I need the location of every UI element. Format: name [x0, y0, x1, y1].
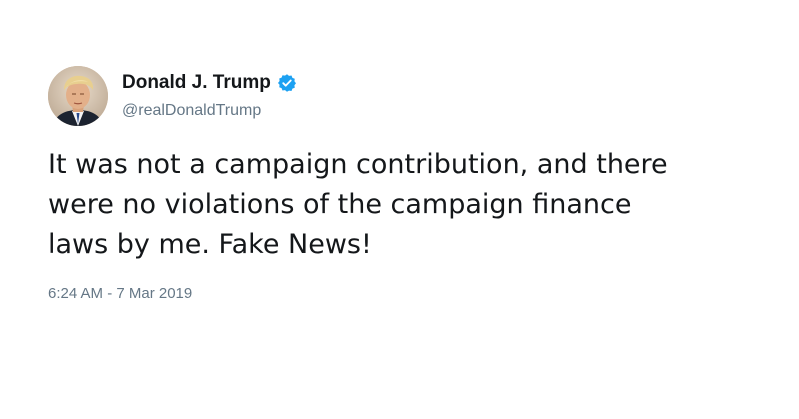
tweet-card: Donald J. Trump @realDonaldTrump It was …	[0, 0, 799, 419]
user-handle[interactable]: @realDonaldTrump	[122, 100, 261, 122]
avatar-photo-icon	[48, 66, 108, 126]
display-name[interactable]: Donald J. Trump	[122, 69, 271, 97]
tweet-timestamp[interactable]: 6:24 AM - 7 Mar 2019	[48, 283, 192, 305]
author-name-row: Donald J. Trump	[122, 69, 297, 97]
verified-badge-icon	[277, 73, 297, 93]
tweet-text-line: laws by me. Fake News!	[48, 229, 372, 260]
avatar[interactable]	[48, 66, 108, 126]
tweet-text-line: It was not a campaign contribution, and …	[48, 149, 668, 180]
tweet-text: It was not a campaign contribution, and …	[48, 145, 768, 265]
tweet-text-line: were no violations of the campaign finan…	[48, 189, 632, 220]
